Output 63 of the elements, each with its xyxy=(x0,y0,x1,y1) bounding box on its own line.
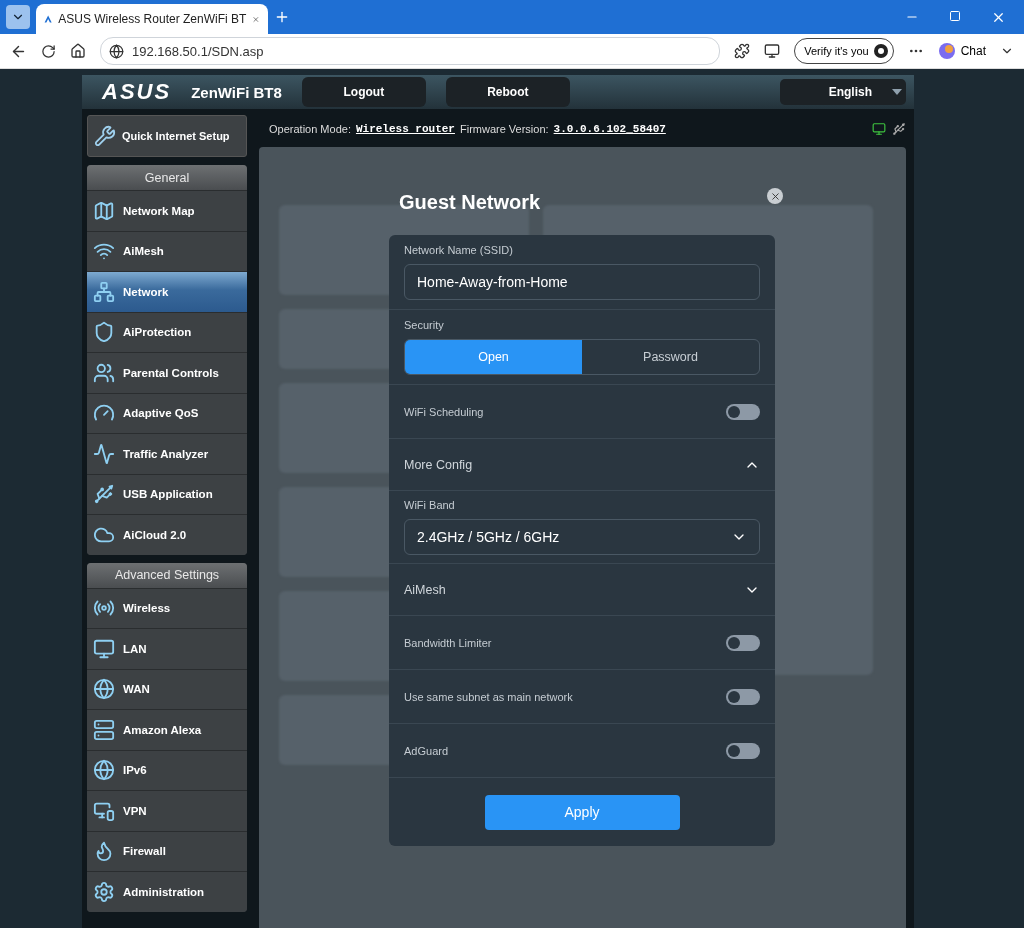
field-label: Security xyxy=(404,319,445,331)
menu-item[interactable]: AiCloud 2.0 xyxy=(87,514,247,555)
model-name: ZenWiFi BT8 xyxy=(191,83,282,101)
server-icon xyxy=(93,718,115,741)
settings-icon xyxy=(93,880,115,903)
usb-icon xyxy=(93,483,115,506)
mode-link[interactable]: Wireless router xyxy=(355,123,455,135)
toggle-switch[interactable] xyxy=(726,403,760,420)
chat-logo-icon xyxy=(937,42,956,60)
section-header: General xyxy=(87,165,247,190)
security-option[interactable]: Password xyxy=(582,340,759,374)
setting-label: AdGuard xyxy=(404,744,449,757)
maximize-icon[interactable] xyxy=(949,9,961,22)
chat-button[interactable]: Chat xyxy=(937,42,986,60)
field-label: Network Name (SSID) xyxy=(404,244,514,256)
language-dropdown[interactable]: English xyxy=(780,79,906,105)
toggle-switch[interactable] xyxy=(726,742,760,759)
toggle-switch[interactable] xyxy=(726,634,760,651)
ssid-input-field[interactable]: Home-Away-from-Home xyxy=(404,264,760,300)
browser-tab[interactable]: ASUS Wireless Router ZenWiFi BT xyxy=(36,4,268,34)
globe-icon xyxy=(109,43,124,59)
pulse-icon xyxy=(93,442,115,465)
close-button[interactable] xyxy=(767,188,783,204)
menu-item[interactable]: Administration xyxy=(87,871,247,912)
tab-menu-button[interactable] xyxy=(6,5,30,29)
record-icon xyxy=(872,43,889,59)
section-label: AiMesh xyxy=(404,582,446,597)
shield-icon xyxy=(93,321,115,344)
globe-icon xyxy=(93,678,115,701)
quick-setup-button[interactable]: Quick Internet Setup xyxy=(87,115,247,157)
caret-icon xyxy=(892,88,902,96)
verify-button[interactable]: Verify it's you xyxy=(794,38,894,64)
screen-icon[interactable] xyxy=(764,43,781,59)
band-dropdown[interactable]: 2.4GHz / 5GHz / 6GHz xyxy=(404,519,760,555)
reload-icon[interactable] xyxy=(41,43,56,59)
header-button[interactable]: Reboot xyxy=(445,77,570,107)
setting-label: Use same subnet as main network xyxy=(404,690,573,703)
network-status-icon[interactable] xyxy=(872,122,886,136)
map-icon xyxy=(93,199,115,222)
network-icon xyxy=(93,280,115,303)
monitor-icon xyxy=(93,637,115,660)
modal-title: Guest Network xyxy=(399,190,541,214)
people-icon xyxy=(93,361,115,384)
brand-logo: ASUS xyxy=(102,79,172,105)
new-tab-icon[interactable] xyxy=(274,9,290,25)
section-header: Advanced Settings xyxy=(87,562,247,588)
extension-icon[interactable] xyxy=(734,43,751,59)
status-label: Operation Mode: xyxy=(269,123,351,135)
header-button[interactable]: Logout xyxy=(301,77,426,107)
close-icon xyxy=(769,190,781,202)
status-label: Firmware Version: xyxy=(459,123,549,135)
setting-label: Bandwidth Limiter xyxy=(404,636,492,649)
wrench-icon xyxy=(94,125,116,147)
setting-label: WiFi Scheduling xyxy=(404,405,484,418)
usb-icon[interactable] xyxy=(892,122,906,136)
section-label: More Config xyxy=(404,457,473,472)
toggle-switch[interactable] xyxy=(726,688,760,705)
menu-item[interactable]: Network xyxy=(87,271,247,312)
home-icon[interactable] xyxy=(70,43,86,59)
field-label: WiFi Band xyxy=(404,499,456,511)
globe-icon xyxy=(93,759,115,782)
firmware-link[interactable]: 3.0.0.6.102_58407 xyxy=(553,123,666,135)
address-bar[interactable]: 192.168.50.1/SDN.asp xyxy=(100,37,721,65)
